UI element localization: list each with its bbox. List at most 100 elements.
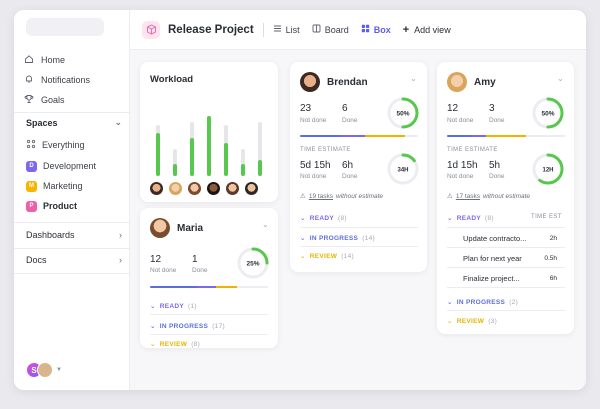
workspace-logo[interactable] [26,18,104,36]
status-group-in-progress[interactable]: ⌄ IN PROGRESS (14) [300,234,375,243]
avatar [447,72,467,92]
workload-bar [190,116,194,176]
sidebar-item-everything[interactable]: Everything [26,137,85,153]
time-estimate-label: TIME ESTIMATE [447,147,498,153]
time-estimate-label: TIME ESTIMATE [300,147,351,153]
sidebar-item-docs[interactable]: Docs › [26,255,122,265]
collapse-icon[interactable]: ⌄ [557,74,564,83]
progress-ring-label: 50% [396,111,409,118]
workload-bar [258,116,262,176]
status-count: (17) [212,322,225,330]
person-name: Amy [474,76,496,88]
workload-title: Workload [150,74,194,85]
status-group-review[interactable]: ⌄ REVIEW (3) [447,317,497,326]
done-label: Done [192,267,208,274]
workload-bar [207,116,211,176]
status-label: READY [309,214,335,222]
task-time-estimate: 2h [549,235,557,242]
person-name: Maria [177,222,204,234]
time-est-column-header: TIME EST [531,214,562,220]
workload-bar [173,116,177,176]
tasks-link[interactable]: 17 tasks [456,193,480,200]
te-not-done: 1d 15h [447,160,478,171]
add-view-button[interactable]: + Add view [403,24,451,36]
divider [447,310,565,311]
time-estimate-ring-label: 12H [542,168,553,174]
collapse-icon[interactable]: ⌄ [410,74,417,83]
te-done: 6h [342,160,354,171]
home-icon [24,54,34,66]
sidebar-item-label: Development [43,161,97,171]
warning-icon: ⚠ [300,193,306,200]
tab-list[interactable]: List [273,24,300,35]
sidebar-item-product[interactable]: P Product [26,198,77,214]
divider [447,227,565,228]
task-name[interactable]: Plan for next year [463,254,522,263]
top-bar: Release Project List Board Box + Add vie… [130,10,586,50]
tab-box[interactable]: Box [361,24,391,35]
not-done-count: 23 [300,103,312,114]
not-done-label: Not done [447,173,474,180]
task-time-estimate: 0.5h [544,255,557,262]
tab-label: Box [373,24,391,35]
progress-ring-label: 50% [541,111,554,118]
time-estimate-ring: 12H [532,153,564,185]
workload-bar [241,116,245,176]
progress-ring: 50% [532,97,564,129]
time-estimate-ring-label: 34H [397,168,408,174]
status-progress-bar [447,135,565,137]
chevron-down-icon: ⌄ [150,303,156,310]
status-group-in-progress[interactable]: ⌄ IN PROGRESS (2) [447,298,518,307]
sidebar-item-notifications[interactable]: Notifications [24,72,90,88]
page-title: Release Project [168,23,254,36]
divider [150,334,268,335]
person-name: Brendan [327,76,368,88]
status-group-ready[interactable]: ⌄ READY (8) [447,214,494,223]
estimate-warning: ⚠ 19 tasks without estimate [300,192,383,201]
sidebar-item-goals[interactable]: Goals [24,92,65,108]
user-menu[interactable]: S ▼ [26,362,62,378]
progress-ring-label: 25% [246,261,259,268]
done-label: Done [489,173,505,180]
task-name[interactable]: Update contracto... [463,234,526,243]
task-name[interactable]: Finalize project... [463,274,520,283]
sidebar-item-label: Home [41,55,66,65]
list-icon [273,24,282,35]
tab-board[interactable]: Board [312,24,349,35]
chevron-right-icon: › [119,255,122,265]
status-group-in-progress[interactable]: ⌄ IN PROGRESS (17) [150,322,225,331]
sidebar-item-marketing[interactable]: M Marketing [26,178,83,194]
divider [14,248,130,249]
chevron-down-icon: ⌄ [150,341,156,348]
sidebar-item-dashboards[interactable]: Dashboards › [26,230,122,240]
tasks-link[interactable]: 19 tasks [309,193,333,200]
status-group-review[interactable]: ⌄ REVIEW (14) [300,252,354,261]
person-card-amy: Amy ⌄ 12 Not done 3 Done 50% TIME ESTIMA… [437,62,574,334]
avatar [300,72,320,92]
not-done-label: Not done [447,117,474,124]
divider [447,247,565,248]
sidebar-item-home[interactable]: Home [24,52,65,68]
spaces-label: Spaces [26,117,58,128]
done-label: Done [489,117,505,124]
status-group-ready[interactable]: ⌄ READY (8) [300,214,347,223]
bell-icon [24,74,34,86]
task-time-estimate: 6h [549,275,557,282]
status-count: (1) [188,302,197,310]
status-group-review[interactable]: ⌄ REVIEW (8) [150,340,200,349]
status-group-ready[interactable]: ⌄ READY (1) [150,302,197,311]
divider [14,273,130,274]
person-card-brendan: Brendan ⌄ 23 Not done 6 Done 50% TIME ES… [290,62,427,272]
chevron-down-icon[interactable]: ⌄ [114,117,122,128]
progress-ring: 50% [387,97,419,129]
sidebar-item-development[interactable]: D Development [26,158,96,174]
tab-label: List [285,24,300,35]
sidebar: Home Notifications Goals Spaces ⌄ Everyt… [14,10,130,390]
spaces-header[interactable]: Spaces ⌄ [26,117,122,128]
avatar [150,182,163,195]
workload-card: Workload [140,62,278,202]
sidebar-item-label: Dashboards [26,230,75,240]
divider [262,22,264,37]
sidebar-item-label: Product [43,201,78,211]
collapse-icon[interactable]: ⌄ [262,220,269,229]
